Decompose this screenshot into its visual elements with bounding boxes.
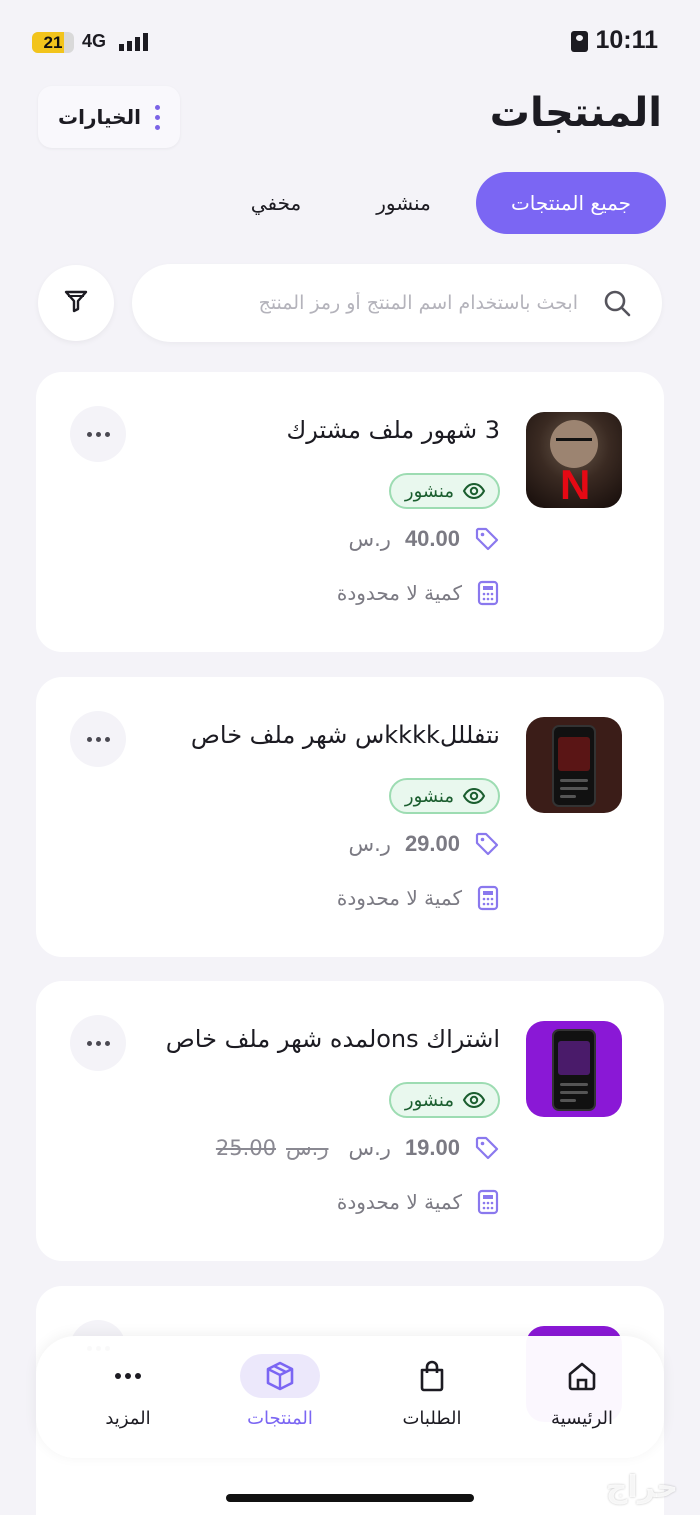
product-price: 19.00 [404,1135,460,1160]
vertical-dots-icon [154,104,160,130]
battery-icon: 21 [32,32,74,53]
eye-icon [462,1091,486,1109]
search-bar [132,264,662,342]
osn-phone-thumbnail [526,1021,622,1117]
nav-products[interactable]: المنتجات [220,1354,340,1444]
netflix-thumbnail: N [526,412,622,508]
more-icon [88,1354,168,1398]
calculator-icon [477,885,499,911]
price-currency: ر.س [348,527,391,551]
status-label: منشور [404,785,454,807]
eye-icon [462,787,486,805]
price-row: 40.00 ر.س [348,526,500,552]
product-more-button[interactable] [70,711,126,767]
nav-orders[interactable]: الطلبات [372,1354,492,1444]
options-label: الخيارات [58,105,141,129]
status-badge: منشور [388,1082,500,1118]
tab-all-products[interactable]: جميع المنتجات [476,172,666,234]
nav-home[interactable]: الرئيسية [522,1354,642,1444]
status-bar: 21 4G 10:11 [0,0,700,84]
product-price: 40.00 [404,526,460,551]
search-icon [602,288,632,322]
options-button[interactable]: الخيارات [38,86,180,148]
old-price-currency: ر.س [286,1136,329,1160]
price-row: 19.00 ر.س 25.00 ر.س [216,1135,500,1161]
status-badge: منشور [388,778,500,814]
filter-tabs: جميع المنتجات منشور مخفي [221,172,666,234]
old-price: 25.00 ر.س [216,1136,329,1160]
product-card[interactable]: N 3 شهور ملف مشترك منشور 40.00 ر.س كمية … [36,372,664,652]
clock: 10:11 [595,26,658,54]
battery-level: 21 [43,33,63,52]
eye-icon [462,482,486,500]
old-price-value: 25.00 [215,1136,277,1160]
filter-button[interactable] [38,265,114,341]
nav-more-label: المزيد [105,1408,151,1429]
sim-icon [571,31,588,52]
nav-home-label: الرئيسية [551,1408,613,1429]
filter-icon [63,288,89,318]
product-quantity: كمية لا محدودة [336,1190,462,1214]
tab-published[interactable]: منشور [331,172,476,234]
nav-orders-label: الطلبات [402,1408,462,1429]
product-more-button[interactable] [70,1015,126,1071]
product-quantity: كمية لا محدودة [336,581,462,605]
status-label: منشور [404,1089,454,1111]
tab-hidden[interactable]: مخفي [221,172,331,234]
home-indicator [226,1494,474,1502]
status-label: منشور [404,480,454,502]
product-quantity: كمية لا محدودة [336,886,462,910]
quantity-row: كمية لا محدودة [337,580,500,606]
tag-icon [475,527,499,551]
product-name: اشتراك onsلمده شهر ملف خاص [165,1025,500,1053]
product-more-button[interactable] [70,406,126,462]
search-input[interactable] [158,264,578,342]
product-name: 3 شهور ملف مشترك [286,416,500,444]
product-card[interactable]: نتفلللkkkkس شهر ملف خاص منشور 29.00 ر.س … [36,677,664,957]
calculator-icon [477,580,499,606]
status-badge: منشور [388,473,500,509]
price-currency: ر.س [348,1136,391,1160]
price-currency: ر.س [348,832,391,856]
network-type: 4G [82,31,107,51]
tag-icon [475,832,499,856]
product-card[interactable]: اشتراك onsلمده شهر ملف خاص منشور 19.00 ر… [36,981,664,1261]
home-icon [542,1354,622,1398]
watermark: حراج [605,1470,678,1505]
nav-more[interactable]: المزيد [68,1354,188,1444]
nav-products-label: المنتجات [247,1408,313,1429]
box-icon [240,1354,320,1398]
quantity-row: كمية لا محدودة [337,1189,500,1215]
product-name: نتفلللkkkkس شهر ملف خاص [190,721,500,749]
tag-icon [475,1136,499,1160]
bottom-navigation: الرئيسية الطلبات المنتجات المزيد [36,1336,664,1458]
quantity-row: كمية لا محدودة [337,885,500,911]
signal-icon [119,33,148,51]
netflix-phone-thumbnail [526,717,622,813]
product-price: 29.00 [404,831,460,856]
page-title: المنتجات [489,90,662,136]
bag-icon [392,1354,472,1398]
calculator-icon [477,1189,499,1215]
price-row: 29.00 ر.س [348,831,500,857]
